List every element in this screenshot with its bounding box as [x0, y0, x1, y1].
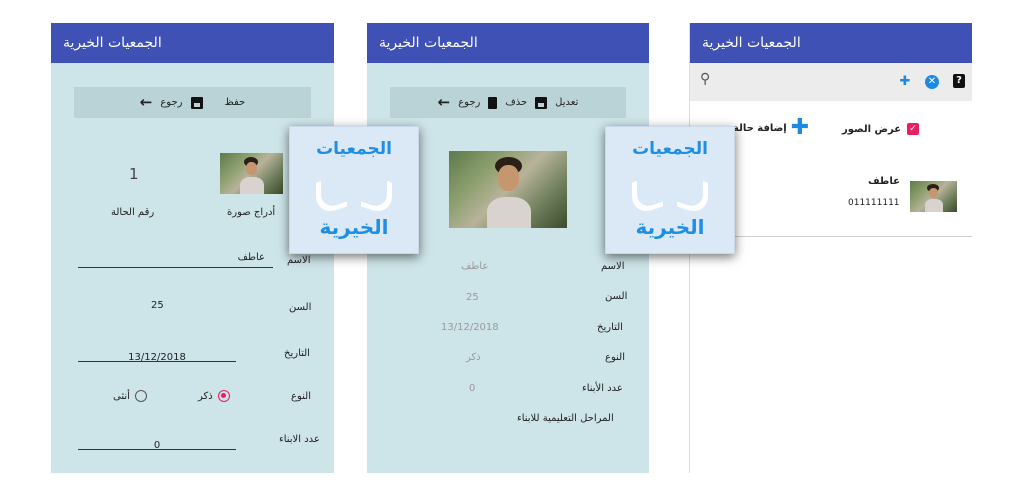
app-bar: الجمعيات الخيرية: [51, 23, 334, 63]
left-hand-icon: [316, 171, 347, 218]
app-title: الجمعيات الخيرية: [702, 35, 801, 51]
save-button[interactable]: حفظ: [225, 97, 246, 108]
add-image-button[interactable]: أدراج صورة: [227, 207, 275, 218]
person-photo: [449, 151, 567, 228]
female-radio-button[interactable]: [134, 390, 147, 402]
age-label: السن: [605, 291, 628, 302]
app-bar: الجمعيات الخيرية: [367, 23, 649, 63]
edit-button[interactable]: تعديل: [555, 97, 578, 108]
save-icon[interactable]: [535, 96, 548, 109]
age-field-value[interactable]: 25: [151, 300, 164, 311]
delete-button[interactable]: حذف: [505, 97, 527, 108]
name-field-value: عاطف: [237, 252, 265, 263]
date-field-value: 13/12/2018: [128, 352, 186, 363]
details-toolbar: ← رجوع حذف تعديل: [390, 87, 626, 118]
search-icon[interactable]: ⚲: [700, 71, 710, 87]
education-label: المراحل التعليمية للابناء: [517, 413, 614, 424]
app-title: الجمعيات الخيرية: [379, 35, 478, 51]
female-radio-option[interactable]: أنثى: [113, 390, 147, 402]
date-label: التاريخ: [284, 348, 310, 359]
age-value: 25: [466, 292, 479, 303]
clear-icon[interactable]: ✕: [925, 75, 939, 89]
charity-logo-right: الجمعيات الخيرية: [605, 126, 735, 254]
app-title: الجمعيات الخيرية: [63, 35, 162, 51]
male-radio-label: ذكر: [198, 390, 213, 402]
list-item-name: عاطف: [868, 176, 900, 187]
age-label: السن: [289, 302, 312, 313]
date-value: 13/12/2018: [441, 322, 499, 333]
list-item-photo: [910, 181, 957, 212]
female-radio-label: أنثى: [113, 390, 130, 402]
back-arrow-icon[interactable]: ←: [140, 95, 153, 110]
logo-title-line2: الخيرية: [319, 215, 389, 239]
logo-title-line2: الخيرية: [635, 215, 705, 239]
left-hand-icon: [632, 171, 663, 218]
show-images-option[interactable]: عرض الصور ✓: [842, 123, 920, 135]
back-button[interactable]: رجوع: [160, 97, 182, 108]
case-number-value: 1: [129, 165, 139, 183]
show-images-label: عرض الصور: [842, 123, 902, 135]
children-field-value: 0: [153, 440, 161, 451]
back-button[interactable]: رجوع: [458, 97, 480, 108]
app-bar: الجمعيات الخيرية: [690, 23, 972, 63]
logo-title-line1: الجمعيات: [632, 139, 708, 159]
add-person-icon: ✚: [790, 115, 810, 140]
right-hand-icon: [677, 171, 708, 218]
gender-label: النوع: [605, 352, 625, 363]
date-field[interactable]: 13/12/2018: [78, 345, 236, 363]
name-label: الاسم: [287, 255, 311, 266]
right-hand-icon: [361, 171, 392, 218]
name-field[interactable]: عاطف: [78, 251, 273, 268]
children-value: 0: [469, 383, 476, 394]
person-photo-thumbnail[interactable]: [220, 153, 283, 194]
show-images-checkbox[interactable]: ✓: [907, 123, 920, 135]
name-value: عاطف: [461, 261, 489, 272]
help-icon[interactable]: ?: [953, 74, 965, 88]
children-label: عدد الابناء: [279, 434, 320, 445]
edit-toolbar: ← رجوع حفظ: [74, 87, 311, 118]
delete-icon[interactable]: [488, 96, 498, 109]
search-bar[interactable]: ⚲ ✚ ✕ ?: [690, 63, 972, 101]
case-number-label: رقم الحالة: [111, 207, 155, 218]
back-arrow-icon[interactable]: ←: [438, 95, 451, 110]
save-icon[interactable]: [190, 96, 203, 109]
name-label: الاسم: [601, 261, 625, 272]
children-field[interactable]: 0: [78, 433, 236, 451]
charity-logo-left: الجمعيات الخيرية: [289, 126, 419, 254]
add-case-button[interactable]: إضافة حالة ✚: [733, 117, 809, 139]
children-label: عدد الأبناء: [582, 383, 623, 394]
gender-label: النوع: [291, 391, 311, 402]
male-radio-button[interactable]: [217, 390, 230, 402]
logo-title-line1: الجمعيات: [316, 139, 392, 159]
list-item-phone: 011111111: [848, 198, 900, 208]
male-radio-option[interactable]: ذكر: [198, 390, 230, 402]
add-case-label: إضافة حالة: [733, 122, 787, 134]
date-label: التاريخ: [597, 322, 623, 333]
add-person-icon[interactable]: ✚: [898, 75, 912, 89]
gender-value: ذكر: [466, 352, 481, 363]
